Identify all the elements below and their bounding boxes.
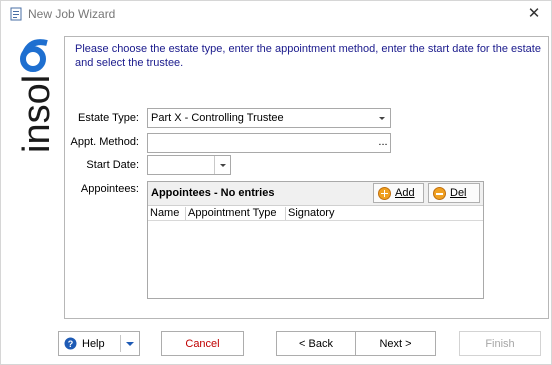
del-label: Del xyxy=(450,187,467,199)
column-header-appointment-type[interactable]: Appointment Type xyxy=(186,207,286,220)
estate-type-label: Estate Type: xyxy=(78,112,139,124)
column-header-signatory[interactable]: Signatory xyxy=(286,207,346,220)
appointees-header: Appointees - No entries Add Del xyxy=(148,182,483,206)
finish-label: Finish xyxy=(485,338,515,350)
svg-text:insol: insol xyxy=(16,75,58,153)
cancel-label: Cancel xyxy=(185,338,220,350)
insol6-logo: insol xyxy=(16,39,58,153)
wizard-window: New Job Wizard ✕ insol Please choose the… xyxy=(0,0,552,365)
chevron-down-icon[interactable] xyxy=(126,342,134,346)
wizard-panel: Please choose the estate type, enter the… xyxy=(64,36,549,319)
finish-button[interactable]: Finish xyxy=(459,331,541,356)
close-icon[interactable]: ✕ xyxy=(525,5,543,23)
back-button[interactable]: < Back xyxy=(276,331,356,356)
add-icon xyxy=(378,187,391,200)
title-bar: New Job Wizard ✕ xyxy=(1,1,551,28)
help-button[interactable]: ? Help xyxy=(58,331,140,356)
split-divider xyxy=(120,335,121,352)
next-button[interactable]: Next > xyxy=(355,331,436,356)
cancel-button[interactable]: Cancel xyxy=(161,331,244,356)
appt-method-label: Appt. Method: xyxy=(70,136,140,148)
instructions-text: Please choose the estate type, enter the… xyxy=(75,43,541,69)
appointees-label: Appointees: xyxy=(80,183,139,195)
ellipsis-button[interactable]: ... xyxy=(376,134,390,152)
delete-appointee-button[interactable]: Del xyxy=(428,183,480,203)
estate-type-value: Part X - Controlling Trustee xyxy=(151,112,284,124)
start-date-label: Start Date: xyxy=(86,159,139,171)
app-icon xyxy=(10,7,22,21)
add-label: Add xyxy=(395,187,415,199)
appointees-title: Appointees - No entries xyxy=(151,187,275,199)
back-label: < Back xyxy=(299,338,333,350)
next-label: Next > xyxy=(379,338,412,350)
window-title: New Job Wizard xyxy=(28,7,116,21)
help-icon: ? xyxy=(64,337,77,350)
appt-method-field[interactable]: ... xyxy=(147,133,391,153)
chevron-down-icon[interactable] xyxy=(214,156,230,174)
chevron-down-icon[interactable] xyxy=(374,109,390,127)
remove-icon xyxy=(433,187,446,200)
column-headers: Name Appointment Type Signatory xyxy=(148,206,483,221)
help-label: Help xyxy=(82,338,105,350)
estate-type-select[interactable]: Part X - Controlling Trustee xyxy=(147,108,391,128)
column-header-name[interactable]: Name xyxy=(148,207,186,220)
appointees-grid[interactable]: Appointees - No entries Add Del Name App… xyxy=(147,181,484,299)
add-appointee-button[interactable]: Add xyxy=(373,183,424,203)
svg-text:?: ? xyxy=(68,339,74,349)
start-date-picker[interactable] xyxy=(147,155,231,175)
